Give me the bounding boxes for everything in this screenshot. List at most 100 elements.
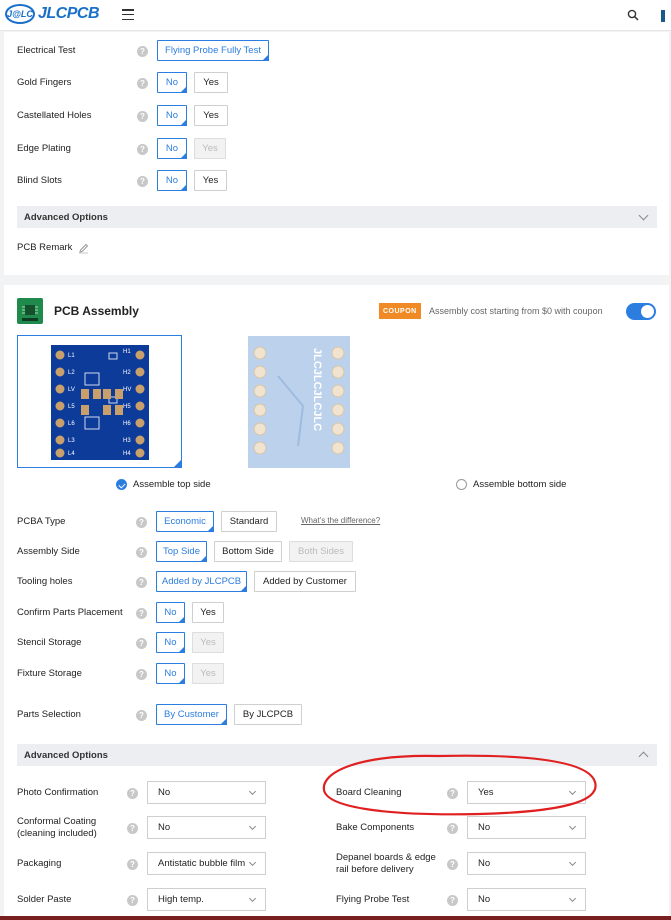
top-side-radio[interactable] — [116, 479, 127, 490]
help-icon[interactable]: ? — [447, 823, 458, 834]
help-icon[interactable]: ? — [127, 788, 138, 799]
option-button[interactable]: No — [156, 663, 185, 684]
option-button[interactable]: Yes — [194, 170, 227, 191]
coupon-text: Assembly cost starting from $0 with coup… — [429, 306, 603, 316]
option-button[interactable]: Standard — [221, 511, 277, 532]
pcb-options-card: Electrical Test? Flying Probe Fully Test G… — [4, 32, 669, 275]
option-button[interactable]: By Customer — [156, 704, 227, 725]
help-icon[interactable]: ? — [137, 111, 148, 122]
side-panel-tab[interactable] — [661, 10, 665, 22]
search-icon[interactable] — [627, 9, 639, 21]
pcb-advanced-options[interactable]: Advanced Options — [17, 206, 657, 228]
svg-text:L5: L5 — [68, 404, 75, 410]
bottom-side-radio[interactable] — [456, 479, 467, 490]
bottom-edge — [0, 916, 671, 920]
option-button[interactable]: By JLCPCB — [234, 704, 302, 725]
pencil-icon[interactable] — [78, 243, 89, 254]
option-label: Fixture Storage — [17, 668, 82, 679]
option-button[interactable]: Yes — [194, 72, 228, 93]
help-icon[interactable]: ? — [127, 895, 138, 906]
help-icon[interactable]: ? — [127, 823, 138, 834]
advanced-field-label: Packaging — [17, 858, 62, 869]
svg-text:L1: L1 — [68, 353, 75, 359]
select-value: No — [158, 822, 171, 833]
svg-text:L3: L3 — [68, 438, 75, 444]
option-button[interactable]: No — [157, 170, 187, 191]
advanced-select[interactable]: No — [467, 888, 586, 911]
option-button[interactable]: Bottom Side — [214, 541, 282, 562]
advanced-options-label: Advanced Options — [24, 211, 108, 223]
top-side-image-option[interactable]: L1 L2 LV L5 L6 L3 L4 H1 H2 HV H5 H6 H3 H4 — [17, 335, 182, 468]
svg-text:H4: H4 — [123, 451, 131, 457]
option-button: Yes — [194, 138, 226, 159]
chevron-down-icon — [248, 822, 257, 831]
chip-icon — [17, 298, 43, 324]
select-value: No — [478, 822, 491, 833]
option-button[interactable]: No — [157, 138, 187, 159]
option-button[interactable]: Flying Probe Fully Test — [157, 40, 269, 61]
advanced-field-label: Photo Confirmation — [17, 787, 99, 798]
help-icon[interactable]: ? — [137, 176, 148, 187]
assembly-toggle[interactable] — [626, 303, 656, 320]
option-button[interactable]: No — [156, 602, 185, 623]
option-button[interactable]: Yes — [194, 105, 228, 126]
option-button: Yes — [192, 632, 224, 653]
help-icon[interactable]: ? — [136, 547, 147, 558]
advanced-select[interactable]: High temp. — [147, 888, 266, 911]
advanced-select[interactable]: No — [467, 852, 586, 875]
option-label: Confirm Parts Placement — [17, 607, 123, 618]
svg-text:L2: L2 — [68, 370, 75, 376]
advanced-select[interactable]: No — [147, 816, 266, 839]
advanced-select[interactable]: Antistatic bubble film — [147, 852, 266, 875]
help-icon[interactable]: ? — [136, 638, 147, 649]
help-icon[interactable]: ? — [137, 46, 148, 57]
option-label: Tooling holes — [17, 576, 73, 587]
help-icon[interactable]: ? — [137, 78, 148, 89]
help-icon[interactable]: ? — [127, 859, 138, 870]
pcb-remark-label: PCB Remark — [17, 242, 73, 253]
logo-text: JLCPCB — [38, 5, 100, 22]
option-button[interactable]: No — [157, 105, 187, 126]
advanced-field-label: Conformal Coating (cleaning included) — [17, 816, 97, 839]
coupon-badge: COUPON — [379, 303, 421, 319]
option-button[interactable]: Economic — [156, 511, 214, 532]
select-value: No — [478, 858, 491, 869]
chevron-down-icon — [248, 787, 257, 796]
option-button[interactable]: No — [156, 632, 185, 653]
pcb-bottom-text: JLCJLCJLCJLC — [311, 348, 323, 431]
bottom-side-image-option[interactable]: JLCJLCJLCJLC — [215, 335, 381, 468]
advanced-options-label: Advanced Options — [24, 749, 108, 761]
chevron-down-icon — [568, 858, 577, 867]
svg-text:H6: H6 — [123, 421, 131, 427]
option-button: Both Sides — [289, 541, 353, 562]
chevron-down-icon — [568, 894, 577, 903]
option-button[interactable]: No — [157, 72, 187, 93]
help-icon[interactable]: ? — [136, 608, 147, 619]
option-button[interactable]: Yes — [192, 602, 224, 623]
help-icon[interactable]: ? — [447, 895, 458, 906]
advanced-select[interactable]: No — [147, 781, 266, 804]
svg-text:H5: H5 — [123, 404, 131, 410]
menu-icon[interactable] — [122, 9, 134, 20]
svg-text:H3: H3 — [123, 438, 131, 444]
option-button[interactable]: Top Side — [156, 541, 207, 562]
top-side-label[interactable]: Assemble top side — [133, 479, 211, 490]
select-value: High temp. — [158, 894, 204, 905]
select-value: No — [478, 894, 491, 905]
help-icon[interactable]: ? — [136, 710, 147, 721]
jlcpcb-logo[interactable]: J@LC JLCPCB — [5, 4, 100, 24]
advanced-field-label: Flying Probe Test — [336, 894, 410, 905]
help-icon[interactable]: ? — [136, 669, 147, 680]
option-button[interactable]: Added by JLCPCB — [156, 571, 247, 592]
chevron-down-icon — [248, 858, 257, 867]
help-icon[interactable]: ? — [447, 859, 458, 870]
help-icon[interactable]: ? — [136, 517, 147, 528]
bottom-side-label[interactable]: Assemble bottom side — [473, 479, 566, 490]
svg-text:H2: H2 — [123, 370, 131, 376]
advanced-field-label: Solder Paste — [17, 894, 72, 905]
option-button[interactable]: Added by Customer — [254, 571, 356, 592]
whats-difference-link[interactable]: What's the difference? — [301, 516, 380, 525]
help-icon[interactable]: ? — [137, 144, 148, 155]
pcb-assembly-title: PCB Assembly — [54, 304, 139, 318]
help-icon[interactable]: ? — [136, 577, 147, 588]
